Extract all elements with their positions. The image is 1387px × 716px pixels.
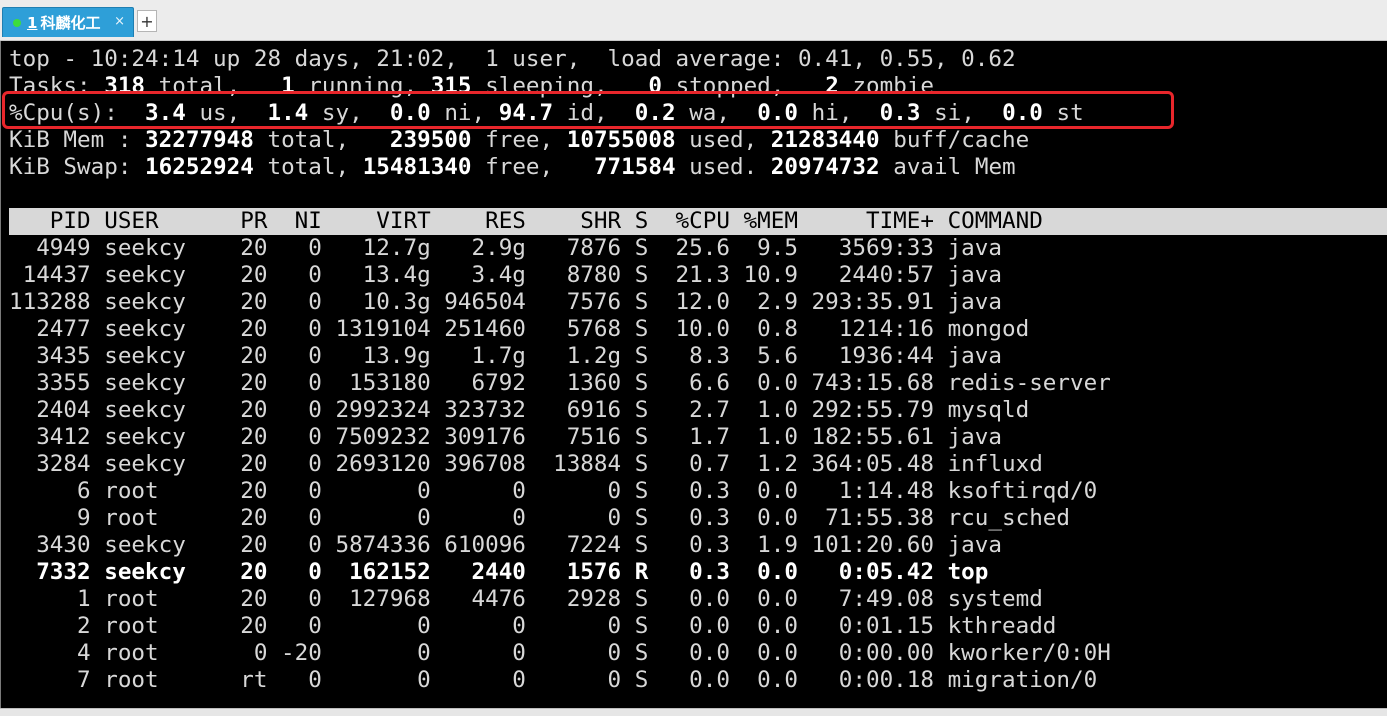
process-row: 9 root 20 0 0 0 0 S 0.3 0.0 71:55.38 rcu… bbox=[9, 505, 1071, 531]
uptime-load-line: top - 10:24:14 up 28 days, 21:02, 1 user… bbox=[9, 46, 1016, 72]
process-row: 14437 seekcy 20 0 13.4g 3.4g 8780 S 21.3… bbox=[9, 262, 1002, 288]
process-row: 3284 seekcy 20 0 2693120 396708 13884 S … bbox=[9, 451, 1043, 477]
process-row: 3435 seekcy 20 0 13.9g 1.7g 1.2g S 8.3 5… bbox=[9, 343, 1002, 369]
mem-total-label: total, bbox=[253, 127, 390, 153]
process-row: 3412 seekcy 20 0 7509232 309176 7516 S 1… bbox=[9, 424, 1002, 450]
process-row: 3430 seekcy 20 0 5874336 610096 7224 S 0… bbox=[9, 532, 1002, 558]
mem-cache-label: buff/cache bbox=[879, 127, 1030, 153]
swap-free: 15481340 bbox=[362, 154, 472, 180]
close-icon[interactable]: × bbox=[114, 14, 125, 29]
process-row: 7332 seekcy 20 0 162152 2440 1576 R 0.3 … bbox=[9, 559, 989, 585]
swap-avail-label: avail Mem bbox=[879, 154, 1016, 180]
swap-used: 771584 bbox=[593, 154, 676, 180]
tab-number: 1 bbox=[27, 13, 38, 32]
mem-free: 239500 bbox=[389, 127, 472, 153]
session-tab-active[interactable]: 1 科麟化工 × bbox=[2, 7, 134, 37]
tab-title: 科麟化工 bbox=[40, 14, 101, 32]
swap-label: KiB Swap: bbox=[9, 154, 146, 180]
mem-total: 32277948 bbox=[145, 127, 254, 153]
session-tab-bar: 1 科麟化工 × + bbox=[0, 0, 1387, 41]
swap-avail: 20974732 bbox=[770, 154, 880, 180]
swap-total: 16252924 bbox=[145, 154, 254, 180]
mem-cache: 21283440 bbox=[770, 127, 880, 153]
process-row: 6 root 20 0 0 0 0 S 0.3 0.0 1:14.48 ksof… bbox=[9, 478, 1098, 504]
process-row: 3355 seekcy 20 0 153180 6792 1360 S 6.6 … bbox=[9, 370, 1111, 396]
mem-label: KiB Mem : bbox=[9, 127, 146, 153]
mem-line: KiB Mem : 32277948 total, 239500 free, 1… bbox=[9, 127, 1029, 154]
process-table-columns: PID USER PR NI VIRT RES SHR S %CPU %MEM … bbox=[9, 208, 1043, 234]
mem-used: 10755008 bbox=[566, 127, 676, 153]
mem-free-label: free, bbox=[471, 127, 567, 153]
terminal-output[interactable]: top - 10:24:14 up 28 days, 21:02, 1 user… bbox=[0, 41, 1387, 708]
new-tab-button[interactable]: + bbox=[137, 10, 157, 32]
process-row: 2404 seekcy 20 0 2992324 323732 6916 S 2… bbox=[9, 397, 1030, 423]
mem-used-label: used, bbox=[675, 127, 771, 153]
process-row: 7 root rt 0 0 0 0 S 0.0 0.0 0:00.18 migr… bbox=[9, 667, 1098, 693]
process-row: 2 root 20 0 0 0 0 S 0.0 0.0 0:01.15 kthr… bbox=[9, 613, 1057, 639]
swap-line: KiB Swap: 16252924 total, 15481340 free,… bbox=[9, 154, 1016, 181]
swap-used-label: used. bbox=[675, 154, 771, 180]
process-row: 113288 seekcy 20 0 10.3g 946504 7576 S 1… bbox=[9, 289, 1002, 315]
process-row: 1 root 20 0 127968 4476 2928 S 0.0 0.0 7… bbox=[9, 586, 1043, 612]
process-row: 4949 seekcy 20 0 12.7g 2.9g 7876 S 25.6 … bbox=[9, 235, 1002, 261]
connection-status-icon bbox=[13, 18, 21, 27]
cpu-highlight-annotation bbox=[2, 91, 1174, 129]
process-row: 2477 seekcy 20 0 1319104 251460 5768 S 1… bbox=[9, 316, 1030, 342]
swap-free-label: free, bbox=[471, 154, 594, 180]
process-row: 4 root 0 -20 0 0 0 S 0.0 0.0 0:00.00 kwo… bbox=[9, 640, 1111, 666]
process-table-header: PID USER PR NI VIRT RES SHR S %CPU %MEM … bbox=[9, 208, 1387, 235]
swap-total-label: total, bbox=[253, 154, 363, 180]
